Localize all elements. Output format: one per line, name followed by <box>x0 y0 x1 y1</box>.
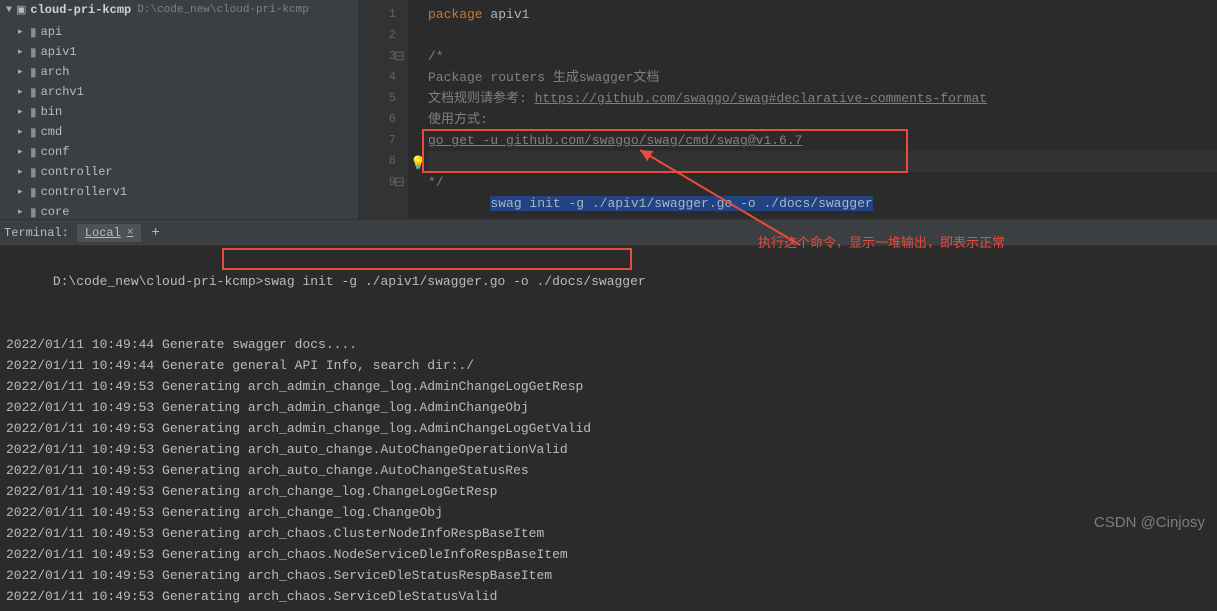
terminal-output-line: 2022/01/11 10:49:53 Generating arch_chan… <box>6 481 1211 502</box>
fold-end-icon: ⊟ <box>394 172 405 193</box>
lightbulb-icon[interactable]: 💡 <box>410 153 426 174</box>
line-number: 1 <box>358 4 396 25</box>
line-number: 5 <box>358 88 396 109</box>
line-number: 9 <box>358 172 396 193</box>
comment-open: /* <box>428 49 444 64</box>
folder-icon: ▮ <box>30 65 37 80</box>
folder-icon: ▣ <box>16 3 26 17</box>
folder-label: bin <box>41 105 63 119</box>
terminal-output-line: 2022/01/11 10:49:53 Generating arch_auto… <box>6 460 1211 481</box>
terminal-body[interactable]: D:\code_new\cloud-pri-kcmp>swag init -g … <box>0 246 1217 611</box>
chevron-right-icon: ▸ <box>18 107 30 117</box>
close-icon[interactable]: × <box>127 227 134 239</box>
tree-folder-archv1[interactable]: ▸▮ archv1 <box>0 82 358 102</box>
line-number: 8 <box>358 151 396 172</box>
chevron-right-icon: ▸ <box>18 147 30 157</box>
folder-icon: ▮ <box>30 25 37 40</box>
chevron-right-icon: ▸ <box>18 187 30 197</box>
tree-folder-arch[interactable]: ▸▮ arch <box>0 62 358 82</box>
terminal-output-line: 2022/01/11 10:49:53 Generating arch_chan… <box>6 502 1211 523</box>
folder-label: conf <box>41 145 70 159</box>
tree-folder-api[interactable]: ▸▮ api <box>0 22 358 42</box>
comment-line: go get -u github.com/swaggo/swag/cmd/swa… <box>428 133 802 148</box>
folder-icon: ▮ <box>30 165 37 180</box>
project-path: D:\code_new\cloud-pri-kcmp <box>137 4 309 16</box>
folder-icon: ▮ <box>30 125 37 140</box>
chevron-right-icon: ▸ <box>18 207 30 217</box>
chevron-right-icon: ▸ <box>18 127 30 137</box>
folder-label: core <box>41 205 70 219</box>
terminal-tab-local[interactable]: Local × <box>77 224 142 242</box>
tree-folder-controller[interactable]: ▸▮ controller <box>0 162 358 182</box>
comment-line: 文档规则请参考: <box>428 91 535 106</box>
terminal-command: swag init -g ./apiv1/swagger.go -o ./doc… <box>263 274 645 289</box>
terminal-output-line: 2022/01/11 10:49:53 Generating arch_chao… <box>6 586 1211 607</box>
tree-folder-conf[interactable]: ▸▮ conf <box>0 142 358 162</box>
keyword-package: package <box>428 7 483 22</box>
folder-icon: ▮ <box>30 185 37 200</box>
folder-label: api <box>41 25 63 39</box>
add-tab-button[interactable]: + <box>151 225 159 241</box>
swag-command-comment: swag init -g ./apiv1/swagger.go -o ./doc… <box>490 196 872 211</box>
project-root[interactable]: ▼ ▣ cloud-pri-kcmp D:\code_new\cloud-pri… <box>0 0 358 20</box>
line-number: 4 <box>358 67 396 88</box>
folder-label: controllerv1 <box>41 185 127 199</box>
line-number: 7 <box>358 130 396 151</box>
tree-folder-core[interactable]: ▸▮ core <box>0 202 358 219</box>
package-name: apiv1 <box>490 7 529 22</box>
annotation-text: 执行这个命令，显示一堆输出，即表示正常 <box>758 232 1005 251</box>
fold-icon[interactable]: ⊟ <box>394 46 405 67</box>
folder-label: archv1 <box>41 85 84 99</box>
tree-folder-bin[interactable]: ▸▮ bin <box>0 102 358 122</box>
tree-folder-apiv1[interactable]: ▸▮ apiv1 <box>0 42 358 62</box>
chevron-right-icon: ▸ <box>18 87 30 97</box>
tree-folder-controllerv1[interactable]: ▸▮ controllerv1 <box>0 182 358 202</box>
code-editor[interactable]: 123456789 package apiv1 ⊟/* Package rout… <box>358 0 1217 219</box>
line-number: 2 <box>358 25 396 46</box>
folder-label: arch <box>41 65 70 79</box>
terminal-output-line: 2022/01/11 10:49:53 Generating arch_chao… <box>6 565 1211 586</box>
terminal-output-line: 2022/01/11 10:49:53 Generating arch_auto… <box>6 439 1211 460</box>
folder-label: cmd <box>41 125 63 139</box>
terminal-output-line: 2022/01/11 10:49:53 Generating arch_admi… <box>6 397 1211 418</box>
comment-line: Package routers 生成swagger文档 <box>428 70 659 85</box>
terminal-output-line: 2022/01/11 10:49:44 Generate swagger doc… <box>6 334 1211 355</box>
folder-label: apiv1 <box>41 45 77 59</box>
line-number: 3 <box>358 46 396 67</box>
tree-folder-cmd[interactable]: ▸▮ cmd <box>0 122 358 142</box>
terminal-output-line: 2022/01/11 10:49:53 Generating arch_chao… <box>6 544 1211 565</box>
line-number: 6 <box>358 109 396 130</box>
folder-label: controller <box>41 165 113 179</box>
comment-link[interactable]: https://github.com/swaggo/swag#declarati… <box>535 91 987 106</box>
chevron-down-icon: ▼ <box>2 5 16 16</box>
chevron-right-icon: ▸ <box>18 27 30 37</box>
watermark: CSDN @Cinjosy <box>1094 514 1205 531</box>
comment-line: 使用方式: <box>428 112 488 127</box>
folder-icon: ▮ <box>30 145 37 160</box>
code-area[interactable]: package apiv1 ⊟/* Package routers 生成swag… <box>408 0 1217 219</box>
highlight-box-terminal <box>222 248 632 270</box>
folder-icon: ▮ <box>30 85 37 100</box>
chevron-right-icon: ▸ <box>18 67 30 77</box>
folder-icon: ▮ <box>30 45 37 60</box>
project-name: cloud-pri-kcmp <box>30 3 131 17</box>
terminal-output-line: 2022/01/11 10:49:53 Generating arch_admi… <box>6 418 1211 439</box>
terminal-output-line: 2022/01/11 10:49:53 Generating arch_admi… <box>6 376 1211 397</box>
terminal-tabs: Terminal: Local × + <box>0 220 1217 246</box>
tab-label: Local <box>85 226 121 240</box>
chevron-right-icon: ▸ <box>18 167 30 177</box>
terminal-prompt: D:\code_new\cloud-pri-kcmp> <box>53 274 264 289</box>
project-tree[interactable]: ▼ ▣ cloud-pri-kcmp D:\code_new\cloud-pri… <box>0 0 358 219</box>
chevron-right-icon: ▸ <box>18 47 30 57</box>
terminal-output-line: 2022/01/11 10:49:53 Generating arch_chao… <box>6 523 1211 544</box>
terminal-output-line: 2022/01/11 10:49:44 Generate general API… <box>6 355 1211 376</box>
folder-icon: ▮ <box>30 105 37 120</box>
terminal-label: Terminal: <box>4 226 69 240</box>
terminal-panel: Terminal: Local × + D:\code_new\cloud-pr… <box>0 220 1217 611</box>
folder-icon: ▮ <box>30 205 37 220</box>
